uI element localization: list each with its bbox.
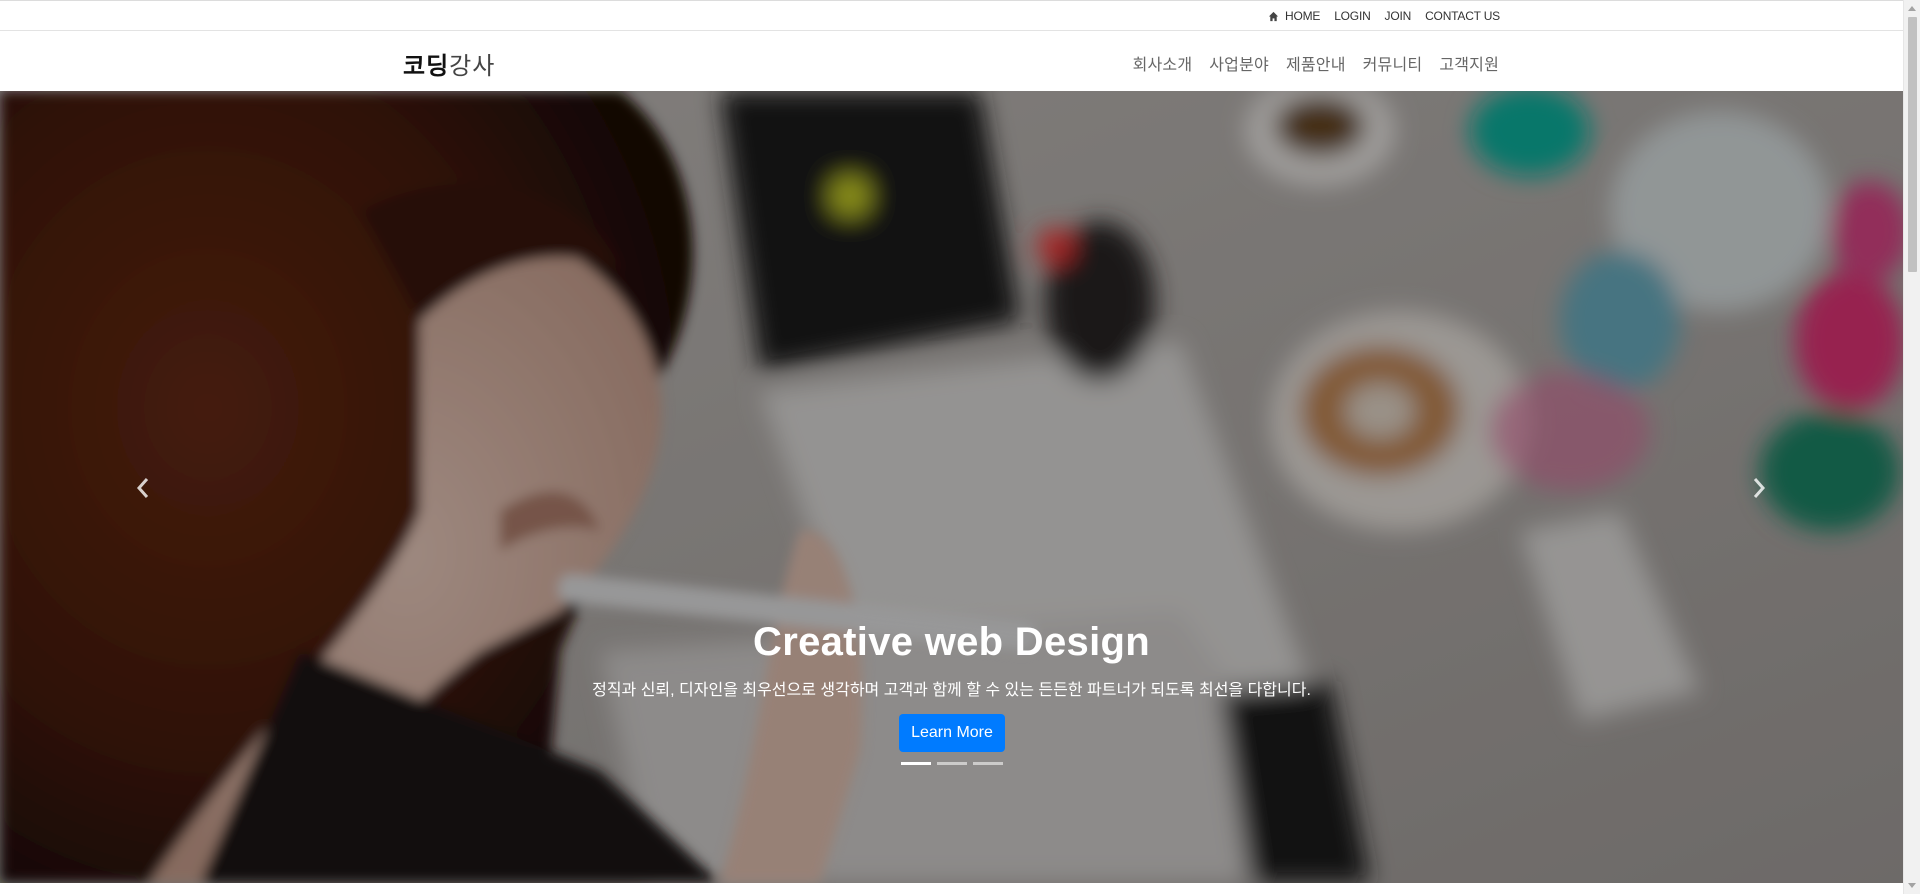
home-link-label: HOME xyxy=(1285,9,1321,23)
chevron-left-icon xyxy=(136,478,149,498)
page-scrollbar[interactable] xyxy=(1903,0,1920,894)
home-link[interactable]: HOME xyxy=(1268,9,1320,23)
carousel-indicator-1[interactable] xyxy=(901,762,931,765)
nav-item-company[interactable]: 회사소개 xyxy=(1133,51,1193,75)
home-icon xyxy=(1268,11,1279,21)
site-logo[interactable]: 코딩강사 xyxy=(403,46,495,81)
scroll-down-icon[interactable] xyxy=(1908,883,1916,888)
logo-bold-text: 코딩 xyxy=(403,51,450,80)
carousel-indicators xyxy=(901,762,1003,765)
site-header: 코딩강사 회사소개 사업분야 제품안내 커뮤니티 고객지원 xyxy=(0,31,1903,91)
main-nav: 회사소개 사업분야 제품안내 커뮤니티 고객지원 xyxy=(1133,51,1499,75)
hero-carousel: Creative web Design 정직과 신뢰, 디자인을 최우선으로 생… xyxy=(0,91,1903,883)
nav-item-community[interactable]: 커뮤니티 xyxy=(1363,51,1423,75)
join-link[interactable]: JOIN xyxy=(1385,9,1412,23)
carousel-indicator-3[interactable] xyxy=(973,762,1003,765)
hero-subtitle: 정직과 신뢰, 디자인을 최우선으로 생각하며 고객과 함께 할 수 있는 든든… xyxy=(592,682,1311,699)
nav-item-business[interactable]: 사업분야 xyxy=(1209,51,1269,75)
utility-bar: HOME LOGIN JOIN CONTACT US xyxy=(0,0,1903,31)
chevron-right-icon xyxy=(1753,478,1766,498)
login-link[interactable]: LOGIN xyxy=(1334,9,1371,23)
hero-title: Creative web Design xyxy=(753,620,1150,664)
contact-us-link[interactable]: CONTACT US xyxy=(1425,9,1500,23)
scrollbar-thumb[interactable] xyxy=(1908,17,1917,272)
carousel-prev-button[interactable] xyxy=(128,473,158,503)
carousel-next-button[interactable] xyxy=(1744,473,1774,503)
logo-light-text: 강사 xyxy=(449,52,496,80)
nav-item-products[interactable]: 제품안내 xyxy=(1286,51,1346,75)
nav-item-support[interactable]: 고객지원 xyxy=(1439,51,1499,75)
utility-nav: HOME LOGIN JOIN CONTACT US xyxy=(1268,9,1500,23)
scroll-up-icon[interactable] xyxy=(1908,6,1916,11)
carousel-indicator-2[interactable] xyxy=(937,762,967,765)
learn-more-button[interactable]: Learn More xyxy=(899,714,1005,752)
